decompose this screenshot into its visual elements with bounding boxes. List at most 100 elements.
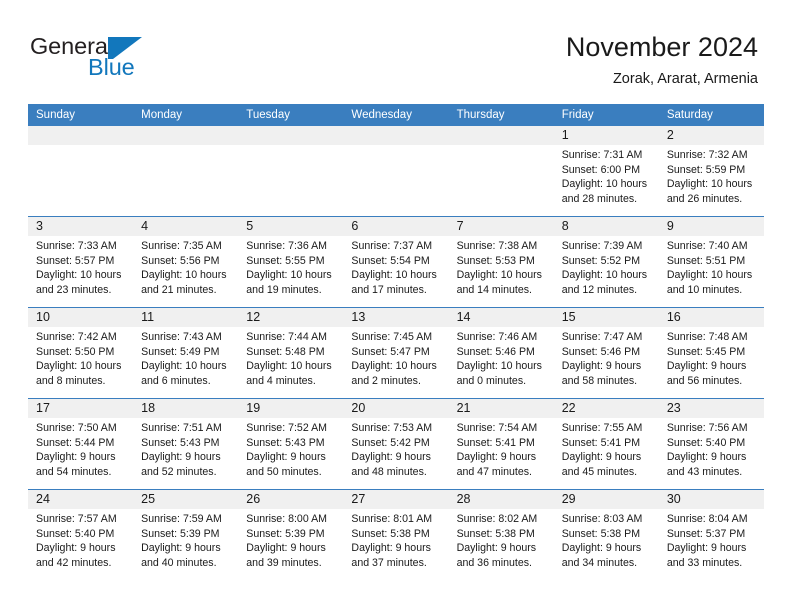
day-number[interactable]: 12 (238, 308, 343, 327)
daylight-text-line1: Daylight: 10 hours (36, 360, 122, 373)
day-number[interactable]: 29 (554, 490, 659, 509)
day-cell[interactable]: Sunrise: 7:52 AM Sunset: 5:43 PM Daylight:… (238, 418, 343, 489)
day-cell[interactable]: Sunrise: 8:01 AM Sunset: 5:38 PM Daylight:… (343, 509, 448, 580)
day-number[interactable]: 20 (343, 399, 448, 418)
daylight-text-line1: Daylight: 9 hours (456, 542, 537, 555)
day-cell[interactable]: Sunrise: 7:45 AM Sunset: 5:47 PM Daylight:… (343, 327, 448, 398)
calendar-week-row: 17 18 19 20 21 22 23 Sunrise: 7:50 AM Sunset: 5:… (28, 398, 764, 489)
sunset-text: Sunset: 5:56 PM (141, 254, 220, 267)
general-blue-logo[interactable]: General Blue (30, 33, 210, 89)
day-number[interactable]: 28 (449, 490, 554, 509)
day-number[interactable]: 24 (28, 490, 133, 509)
daylight-text-line2: and 52 minutes. (141, 465, 217, 478)
day-number[interactable]: 23 (659, 399, 764, 418)
sunset-text: Sunset: 5:43 PM (246, 436, 325, 449)
day-cell[interactable]: Sunrise: 7:44 AM Sunset: 5:48 PM Daylight:… (238, 327, 343, 398)
day-cell[interactable]: Sunrise: 7:32 AM Sunset: 5:59 PM Daylight:… (659, 145, 764, 216)
weekday-header-tuesday: Tuesday (246, 109, 290, 121)
sunrise-text: Sunrise: 8:00 AM (246, 513, 327, 525)
day-number[interactable]: 21 (449, 399, 554, 418)
day-cell[interactable]: Sunrise: 7:53 AM Sunset: 5:42 PM Daylight:… (343, 418, 448, 489)
day-cell[interactable]: Sunrise: 7:59 AM Sunset: 5:39 PM Daylight:… (133, 509, 238, 580)
sunset-text: Sunset: 5:51 PM (666, 254, 746, 267)
day-cell[interactable]: Sunrise: 7:36 AM Sunset: 5:55 PM Daylight:… (238, 236, 343, 307)
day-cell[interactable]: Sunrise: 7:43 AM Sunset: 5:49 PM Daylight:… (133, 327, 238, 398)
daylight-text-line1: Daylight: 9 hours (561, 451, 642, 464)
day-cell[interactable]: Sunrise: 8:04 AM Sunset: 5:37 PM Daylight:… (659, 509, 764, 580)
day-cell[interactable]: Sunrise: 7:47 AM Sunset: 5:46 PM Daylight:… (554, 327, 659, 398)
day-number[interactable]: 3 (28, 217, 133, 236)
daylight-text-line2: and 8 minutes. (36, 374, 106, 387)
sunset-text: Sunset: 5:45 PM (666, 345, 746, 358)
sunset-text: Sunset: 5:39 PM (141, 527, 220, 540)
day-cell[interactable]: Sunrise: 8:03 AM Sunset: 5:38 PM Daylight:… (554, 509, 659, 580)
day-cell[interactable]: Sunrise: 7:54 AM Sunset: 5:41 PM Daylight:… (449, 418, 554, 489)
daylight-text-line2: and 12 minutes. (561, 283, 638, 296)
day-cell[interactable]: Sunrise: 7:31 AM Sunset: 6:00 PM Daylight:… (554, 145, 659, 216)
day-number[interactable]: 8 (554, 217, 659, 236)
day-cell[interactable]: Sunrise: 7:33 AM Sunset: 5:57 PM Daylight:… (28, 236, 133, 307)
daylight-text-line1: Daylight: 10 hours (141, 360, 227, 373)
day-number[interactable]: 27 (343, 490, 448, 509)
daylight-text-line1: Daylight: 9 hours (561, 542, 642, 555)
day-number[interactable]: 17 (28, 399, 133, 418)
day-number[interactable]: 30 (659, 490, 764, 509)
day-cell[interactable]: Sunrise: 7:51 AM Sunset: 5:43 PM Daylight:… (133, 418, 238, 489)
day-cell[interactable]: Sunrise: 7:39 AM Sunset: 5:52 PM Daylight:… (554, 236, 659, 307)
day-cell[interactable]: Sunrise: 7:46 AM Sunset: 5:46 PM Daylight:… (449, 327, 554, 398)
day-cell[interactable]: Sunrise: 7:37 AM Sunset: 5:54 PM Daylight:… (343, 236, 448, 307)
daylight-text-line1: Daylight: 9 hours (666, 451, 747, 464)
sunrise-text: Sunrise: 7:47 AM (561, 331, 643, 343)
sunrise-text: Sunrise: 7:51 AM (141, 422, 222, 434)
sunrise-text: Sunrise: 7:31 AM (561, 149, 643, 161)
sunrise-text: Sunrise: 7:45 AM (351, 331, 433, 343)
day-cell[interactable]: Sunrise: 7:56 AM Sunset: 5:40 PM Daylight:… (659, 418, 764, 489)
day-number[interactable]: 6 (343, 217, 448, 236)
day-number[interactable]: 26 (238, 490, 343, 509)
day-cell[interactable]: Sunrise: 8:00 AM Sunset: 5:39 PM Daylight:… (238, 509, 343, 580)
day-number[interactable]: 13 (343, 308, 448, 327)
daylight-text-line2: and 45 minutes. (561, 465, 638, 478)
day-number[interactable]: 4 (133, 217, 238, 236)
day-number[interactable]: 16 (659, 308, 764, 327)
day-cell[interactable]: Sunrise: 8:02 AM Sunset: 5:38 PM Daylight:… (449, 509, 554, 580)
sunset-text: Sunset: 5:44 PM (36, 436, 115, 449)
day-number[interactable]: 9 (659, 217, 764, 236)
day-cell[interactable]: Sunrise: 7:48 AM Sunset: 5:45 PM Daylight:… (659, 327, 764, 398)
day-number[interactable]: 18 (133, 399, 238, 418)
day-number[interactable]: 15 (554, 308, 659, 327)
day-cell[interactable]: Sunrise: 7:38 AM Sunset: 5:53 PM Daylight:… (449, 236, 554, 307)
day-cell[interactable]: Sunrise: 7:57 AM Sunset: 5:40 PM Daylight:… (28, 509, 133, 580)
day-cell[interactable]: Sunrise: 7:50 AM Sunset: 5:44 PM Daylight:… (28, 418, 133, 489)
day-number[interactable]: 14 (449, 308, 554, 327)
sunrise-text: Sunrise: 7:56 AM (666, 422, 748, 434)
daylight-text-line1: Daylight: 10 hours (141, 269, 227, 282)
day-number[interactable]: 2 (659, 126, 764, 145)
weekday-header-sunday: Sunday (36, 109, 76, 121)
day-number[interactable]: 19 (238, 399, 343, 418)
daylight-text-line2: and 42 minutes. (36, 556, 112, 569)
week-detail-band: Sunrise: 7:50 AM Sunset: 5:44 PM Daylight:… (28, 418, 764, 489)
sunrise-text: Sunrise: 7:42 AM (36, 331, 117, 343)
sunset-text: Sunset: 5:47 PM (351, 345, 430, 358)
day-cell[interactable]: Sunrise: 7:40 AM Sunset: 5:51 PM Daylight:… (659, 236, 764, 307)
page-header: General Blue November 2024 Zorak, Ararat… (0, 0, 792, 100)
daylight-text-line1: Daylight: 10 hours (456, 360, 542, 373)
day-number[interactable]: 1 (554, 126, 659, 145)
day-number[interactable]: 25 (133, 490, 238, 509)
daylight-text-line2: and 54 minutes. (36, 465, 112, 478)
daylight-text-line1: Daylight: 10 hours (351, 269, 437, 282)
day-number[interactable]: 11 (133, 308, 238, 327)
day-number[interactable]: 7 (449, 217, 554, 236)
sunrise-text: Sunrise: 7:43 AM (141, 331, 222, 343)
day-cell[interactable]: Sunrise: 7:55 AM Sunset: 5:41 PM Daylight:… (554, 418, 659, 489)
day-number[interactable]: 22 (554, 399, 659, 418)
weekday-header-saturday: Saturday (666, 109, 713, 121)
daylight-text-line1: Daylight: 10 hours (456, 269, 542, 282)
day-number[interactable]: 5 (238, 217, 343, 236)
day-cell[interactable]: Sunrise: 7:35 AM Sunset: 5:56 PM Daylight:… (133, 236, 238, 307)
daylight-text-line1: Daylight: 10 hours (666, 269, 753, 282)
sunrise-text: Sunrise: 7:38 AM (456, 240, 538, 252)
day-cell[interactable]: Sunrise: 7:42 AM Sunset: 5:50 PM Daylight:… (28, 327, 133, 398)
day-number[interactable]: 10 (28, 308, 133, 327)
